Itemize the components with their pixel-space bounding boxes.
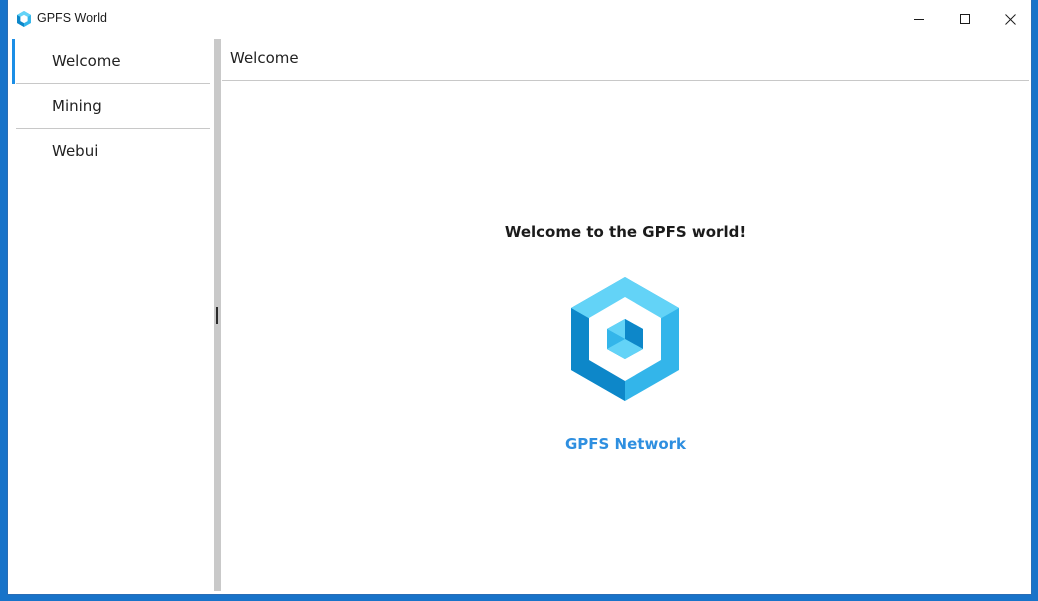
gpfs-hexagon-cube-logo [571,277,679,401]
sidebar-item-webui[interactable]: Webui [16,129,210,174]
sidebar-item-label: Mining [52,97,102,115]
pane-splitter[interactable] [214,39,221,591]
sidebar-item-welcome[interactable]: Welcome [12,39,210,84]
minimize-icon [914,19,924,20]
close-icon [1004,13,1016,25]
title-bar[interactable]: GPFS World [8,0,1031,38]
welcome-message: Welcome to the GPFS world! [504,223,747,241]
splitter-grip[interactable] [216,307,218,324]
page-title: Welcome [230,49,299,67]
maximize-button[interactable] [942,0,988,38]
app-window: GPFS World Welcome Mining Webui Welcome … [7,0,1032,595]
content-header: Welcome [222,39,1029,81]
sidebar-item-mining[interactable]: Mining [16,84,210,129]
content-pane: Welcome Welcome to the GPFS world! GPFS … [222,39,1029,591]
sidebar-item-label: Welcome [52,52,121,70]
maximize-icon [960,14,970,24]
active-indicator [12,39,15,84]
sidebar-item-label: Webui [52,142,99,160]
close-button[interactable] [987,0,1033,38]
minimize-button[interactable] [896,0,942,38]
window-title: GPFS World [37,11,107,25]
gpfs-cube-icon [17,11,31,27]
sidebar-nav: Welcome Mining Webui [12,39,210,591]
gpfs-network-link[interactable]: GPFS Network [222,435,1029,453]
